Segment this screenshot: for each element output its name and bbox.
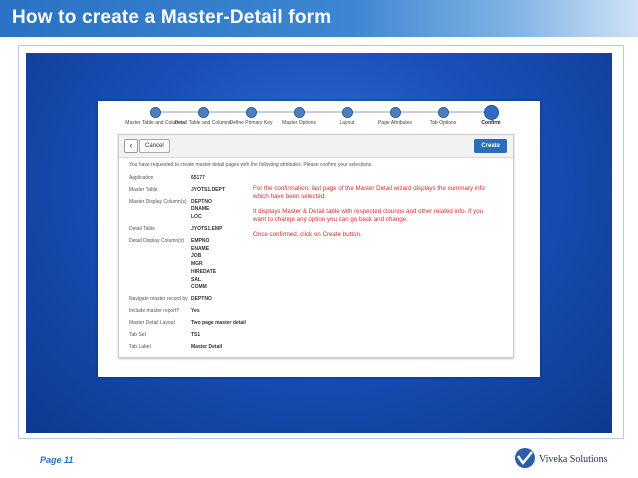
summary-label: Tab Set (129, 331, 146, 338)
summary-value: JYOTS1.DEPT (191, 186, 225, 193)
summary-value: COMM (191, 284, 207, 291)
wizard-step-label: Define Primary Key (229, 120, 273, 126)
summary-value: DEPTNO (191, 198, 212, 205)
slide-title: How to create a Master-Detail form (12, 7, 332, 28)
summary-value: Master Detail (191, 343, 223, 350)
summary-value: DEPTNO (191, 296, 212, 303)
wizard-screenshot: Master Table and Columns Detail Table and… (98, 101, 540, 377)
wizard-step-dot[interactable] (437, 107, 449, 118)
wizard-step-label: Page Attributes (378, 120, 412, 126)
back-button[interactable]: ‹ (124, 139, 138, 153)
viveka-logo-icon (515, 448, 535, 468)
summary-value: JOB (191, 253, 202, 260)
wizard-step-dot[interactable] (341, 107, 353, 118)
summary-value: TS1 (191, 331, 201, 338)
wizard-step-dot[interactable] (245, 107, 257, 118)
summary-value: ENAME (191, 245, 210, 252)
summary-label: Include master report? (129, 308, 180, 314)
cancel-button[interactable]: Cancel (139, 139, 170, 153)
confirm-card: ‹ Cancel Create You have requested to cr… (118, 134, 514, 358)
company-name: Viveka Solutions (539, 454, 608, 465)
create-button[interactable]: Create (474, 139, 507, 153)
wizard-toolbar: ‹ Cancel Create (119, 135, 513, 158)
wizard-step-dot[interactable] (293, 107, 305, 118)
annotation-paragraph: For the confirmation, last page of the M… (253, 185, 485, 201)
wizard-step-dot[interactable] (483, 105, 499, 120)
summary-label: Navigate master record by (129, 296, 188, 303)
wizard-step-label: Master Options (282, 120, 316, 126)
summary-label: Master Table (129, 186, 158, 193)
wizard-progress-train: Master Table and Columns Detail Table and… (98, 101, 540, 131)
wizard-step-label: Tab Options (429, 120, 457, 126)
summary-label: Application (129, 175, 154, 181)
summary-value: 65177 (191, 175, 205, 181)
summary-label: Detail Table (129, 226, 156, 233)
wizard-step-dot[interactable] (149, 107, 161, 118)
summary-label: Detail Display Column(s) (129, 238, 185, 244)
summary-value: Two page master detail (191, 319, 246, 326)
summary-value: HIREDATE (191, 268, 217, 275)
summary-value: EMPNO (191, 238, 210, 244)
summary-value: LOC (191, 214, 202, 221)
page-number: Page 11 (40, 455, 74, 465)
wizard-step-dot[interactable] (197, 107, 209, 118)
slide-title-bar: How to create a Master-Detail form (0, 0, 638, 37)
summary-value: SAL (191, 276, 201, 283)
summary-value: JYOTS1.EMP (191, 226, 223, 233)
wizard-step-label: Detail Table and Columns (174, 120, 232, 126)
summary-label: Tab Label (129, 343, 151, 350)
wizard-step-dot[interactable] (389, 107, 401, 118)
summary-value: DNAME (191, 206, 210, 213)
confirm-intro-text: You have requested to create master deta… (129, 162, 373, 168)
summary-label: Master Detail Layout (129, 319, 175, 326)
wizard-step-label: Layout (339, 120, 355, 126)
summary-value: Yes (191, 308, 200, 314)
summary-value: MGR (191, 261, 203, 268)
wizard-step-label: Confirm (481, 120, 501, 126)
summary-label: Master Display Column(s) (129, 198, 187, 205)
annotation-paragraph: Once confirmed, click on Create button. (253, 230, 362, 238)
annotation-note: For the confirmation, last page of the M… (253, 185, 493, 245)
annotation-paragraph: It displays Master & Detail table with r… (253, 207, 484, 224)
